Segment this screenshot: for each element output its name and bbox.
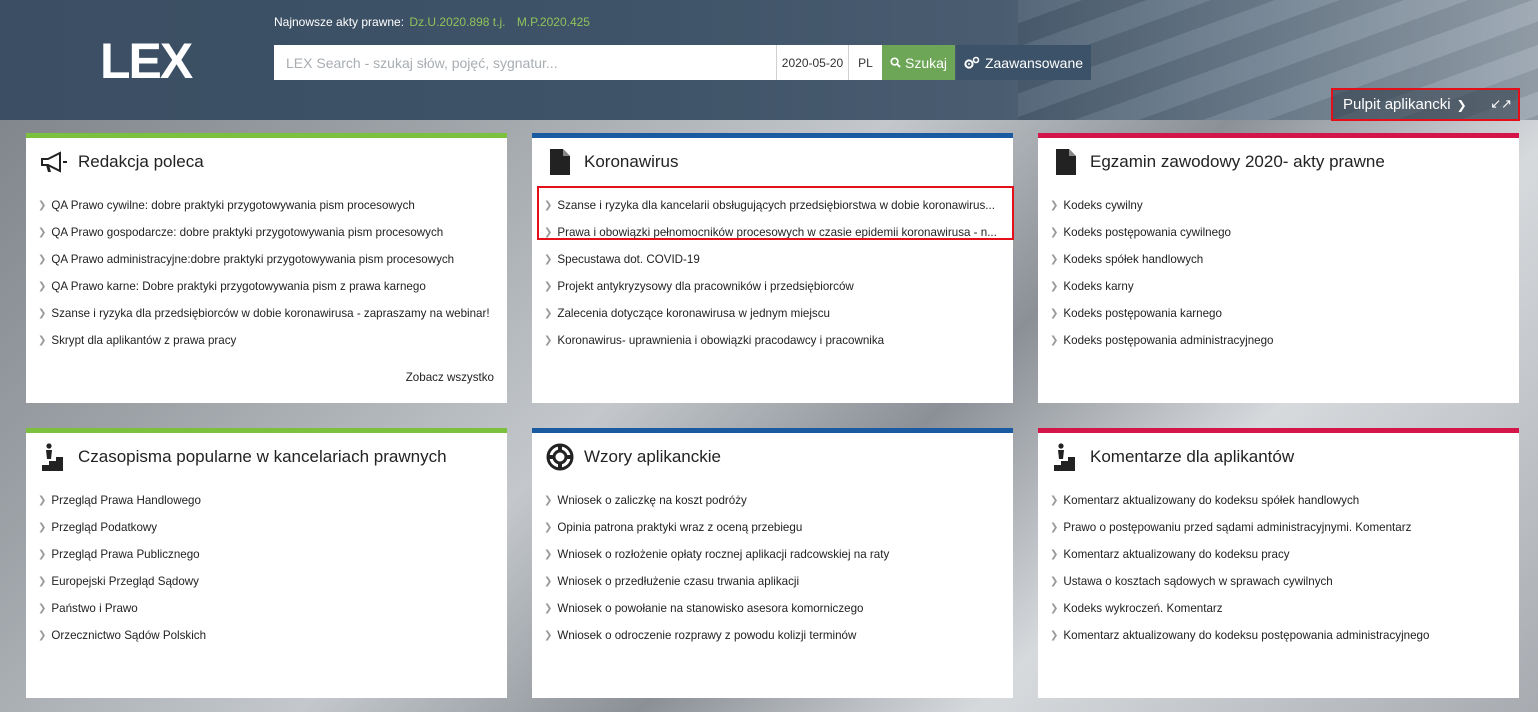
megaphone-icon [40,148,68,176]
top-header: LEX Najnowsze akty prawne: Dz.U.2020.898… [0,0,1538,121]
list-item[interactable]: ❯ Prawo o postępowaniu przed sądami admin… [1050,514,1519,541]
list-item[interactable]: ❯ Szanse i ryzyka dla przedsiębiorców w d… [38,300,507,327]
search-button[interactable]: Szukaj [882,45,955,80]
card-title: Koronawirus [584,152,679,171]
desk-label: Pulpit aplikancki [1343,96,1451,113]
advanced-search-button[interactable]: Zaawansowane [956,45,1091,80]
list-item[interactable]: ❯ Wniosek o rozłożenie opłaty rocznej apl… [544,541,1013,568]
list-item[interactable]: ❯ Komentarz aktualizowany do kodeksu post… [1050,622,1519,649]
language-selector[interactable]: PL [848,45,882,80]
gears-icon [964,56,980,69]
list-item[interactable]: ❯ Komentarz aktualizowany do kodeksu spół… [1050,487,1519,514]
list-item[interactable]: ❯ Przegląd Prawa Publicznego [38,541,507,568]
latest-acts-label: Najnowsze akty prawne: [274,15,405,29]
see-all-link[interactable]: Zobacz wszystko [406,371,494,384]
advanced-search-label: Zaawansowane [984,54,1084,71]
list-item[interactable]: ❯ Wniosek o zaliczkę na koszt podróży [544,487,1013,514]
list-item[interactable]: ❯ Wniosek o odroczenie rozprawy z powodu … [544,622,1013,649]
list-item[interactable]: ❯ Orzecznictwo Sądów Polskich [38,622,507,649]
list-item[interactable]: ❯ Zalecenia dotyczące koronawirusa w jedn… [544,300,1013,327]
list-item[interactable]: ❯ Opinia patrona praktyki wraz z oceną pr… [544,514,1013,541]
lifebuoy-icon [546,443,574,471]
list-item[interactable]: ❯ Państwo i Prawo [38,595,507,622]
list-item[interactable]: ❯ Skrypt dla aplikantów z prawa pracy [38,327,507,354]
highlight-box [537,186,1014,240]
collapse-icon[interactable]: ↙↗ [1490,96,1512,112]
stairs-person-icon [40,443,68,471]
list-item[interactable]: ❯ QA Prawo karne: Dobre praktyki przygoto… [38,273,507,300]
list-item[interactable]: ❯ Kodeks postępowania karnego [1050,300,1519,327]
stairs-person-icon [1052,443,1080,471]
card-title: Redakcja poleca [78,152,204,171]
card-czasopisma: Czasopisma popularne w kancelariach praw… [26,428,507,698]
chevron-down-icon: ❯ [1456,97,1467,112]
list-item[interactable]: ❯ Specustawa dot. COVID-19 [544,246,1013,273]
list-item[interactable]: ❯ Kodeks wykroczeń. Komentarz [1050,595,1519,622]
search-icon [890,57,901,68]
desk-selector-dropdown[interactable]: Pulpit aplikancki ❯ ↙↗ [1331,88,1520,121]
list-item[interactable]: ❯ Kodeks spółek handlowych [1050,246,1519,273]
document-icon [546,148,574,176]
list-item[interactable]: ❯ Przegląd Prawa Handlowego [38,487,507,514]
card-title: Komentarze dla aplikantów [1090,447,1295,466]
latest-acts-bar: Najnowsze akty prawne: Dz.U.2020.898 t.j… [274,15,598,29]
list-item[interactable]: ❯ Komentarz aktualizowany do kodeksu prac… [1050,541,1519,568]
list-item[interactable]: ❯ QA Prawo cywilne: dobre praktyki przygo… [38,192,507,219]
document-icon [1052,148,1080,176]
card-komentarze: Komentarze dla aplikantów ❯ Komentarz akt… [1038,428,1519,698]
search-bar: 2020-05-20 PL Szukaj Zaawansowane [274,45,1091,80]
list-item[interactable]: ❯ Przegląd Podatkowy [38,514,507,541]
card-title: Czasopisma popularne w kancelariach praw… [78,447,447,466]
list-item[interactable]: ❯ Kodeks postępowania cywilnego [1050,219,1519,246]
list-item[interactable]: ❯ Projekt antykryzysowy dla pracowników i… [544,273,1013,300]
list-item[interactable]: ❯ Wniosek o przedłużenie czasu trwania ap… [544,568,1013,595]
latest-act-link[interactable]: M.P.2020.425 [517,15,590,29]
card-koronawirus: Koronawirus ❯ Szanse i ryzyka dla kancela… [532,133,1014,403]
list-item[interactable]: ❯ Kodeks cywilny [1050,192,1519,219]
list-item[interactable]: ❯ Europejski Przegląd Sądowy [38,568,507,595]
latest-act-link[interactable]: Dz.U.2020.898 t.j. [409,15,505,29]
search-input[interactable] [274,45,776,80]
card-title: Wzory aplikanckie [584,447,721,466]
list-item[interactable]: ❯ QA Prawo administracyjne:dobre praktyki… [38,246,507,273]
date-field[interactable]: 2020-05-20 [776,45,848,80]
card-title: Egzamin zawodowy 2020- akty prawne [1090,152,1385,171]
card-redakcja-poleca: Redakcja poleca ❯ QA Prawo cywilne: dobre… [26,133,507,403]
list-item[interactable]: ❯ Wniosek o powołanie na stanowisko aseso… [544,595,1013,622]
list-item[interactable]: ❯ Kodeks karny [1050,273,1519,300]
list-item[interactable]: ❯ Kodeks postępowania administracyjnego [1050,327,1519,354]
list-item[interactable]: ❯ Koronawirus- uprawnienia i obowiązki pr… [544,327,1013,354]
lex-logo[interactable]: LEX [100,32,193,90]
search-button-label: Szukaj [904,54,948,71]
list-item[interactable]: ❯ Ustawa o kosztach sądowych w sprawach c… [1050,568,1519,595]
card-egzamin-zawodowy: Egzamin zawodowy 2020- akty prawne ❯ Kode… [1038,133,1519,403]
list-item[interactable]: ❯ QA Prawo gospodarcze: dobre praktyki pr… [38,219,507,246]
card-wzory-aplikanckie: Wzory aplikanckie ❯ Wniosek o zaliczkę na… [532,428,1013,698]
